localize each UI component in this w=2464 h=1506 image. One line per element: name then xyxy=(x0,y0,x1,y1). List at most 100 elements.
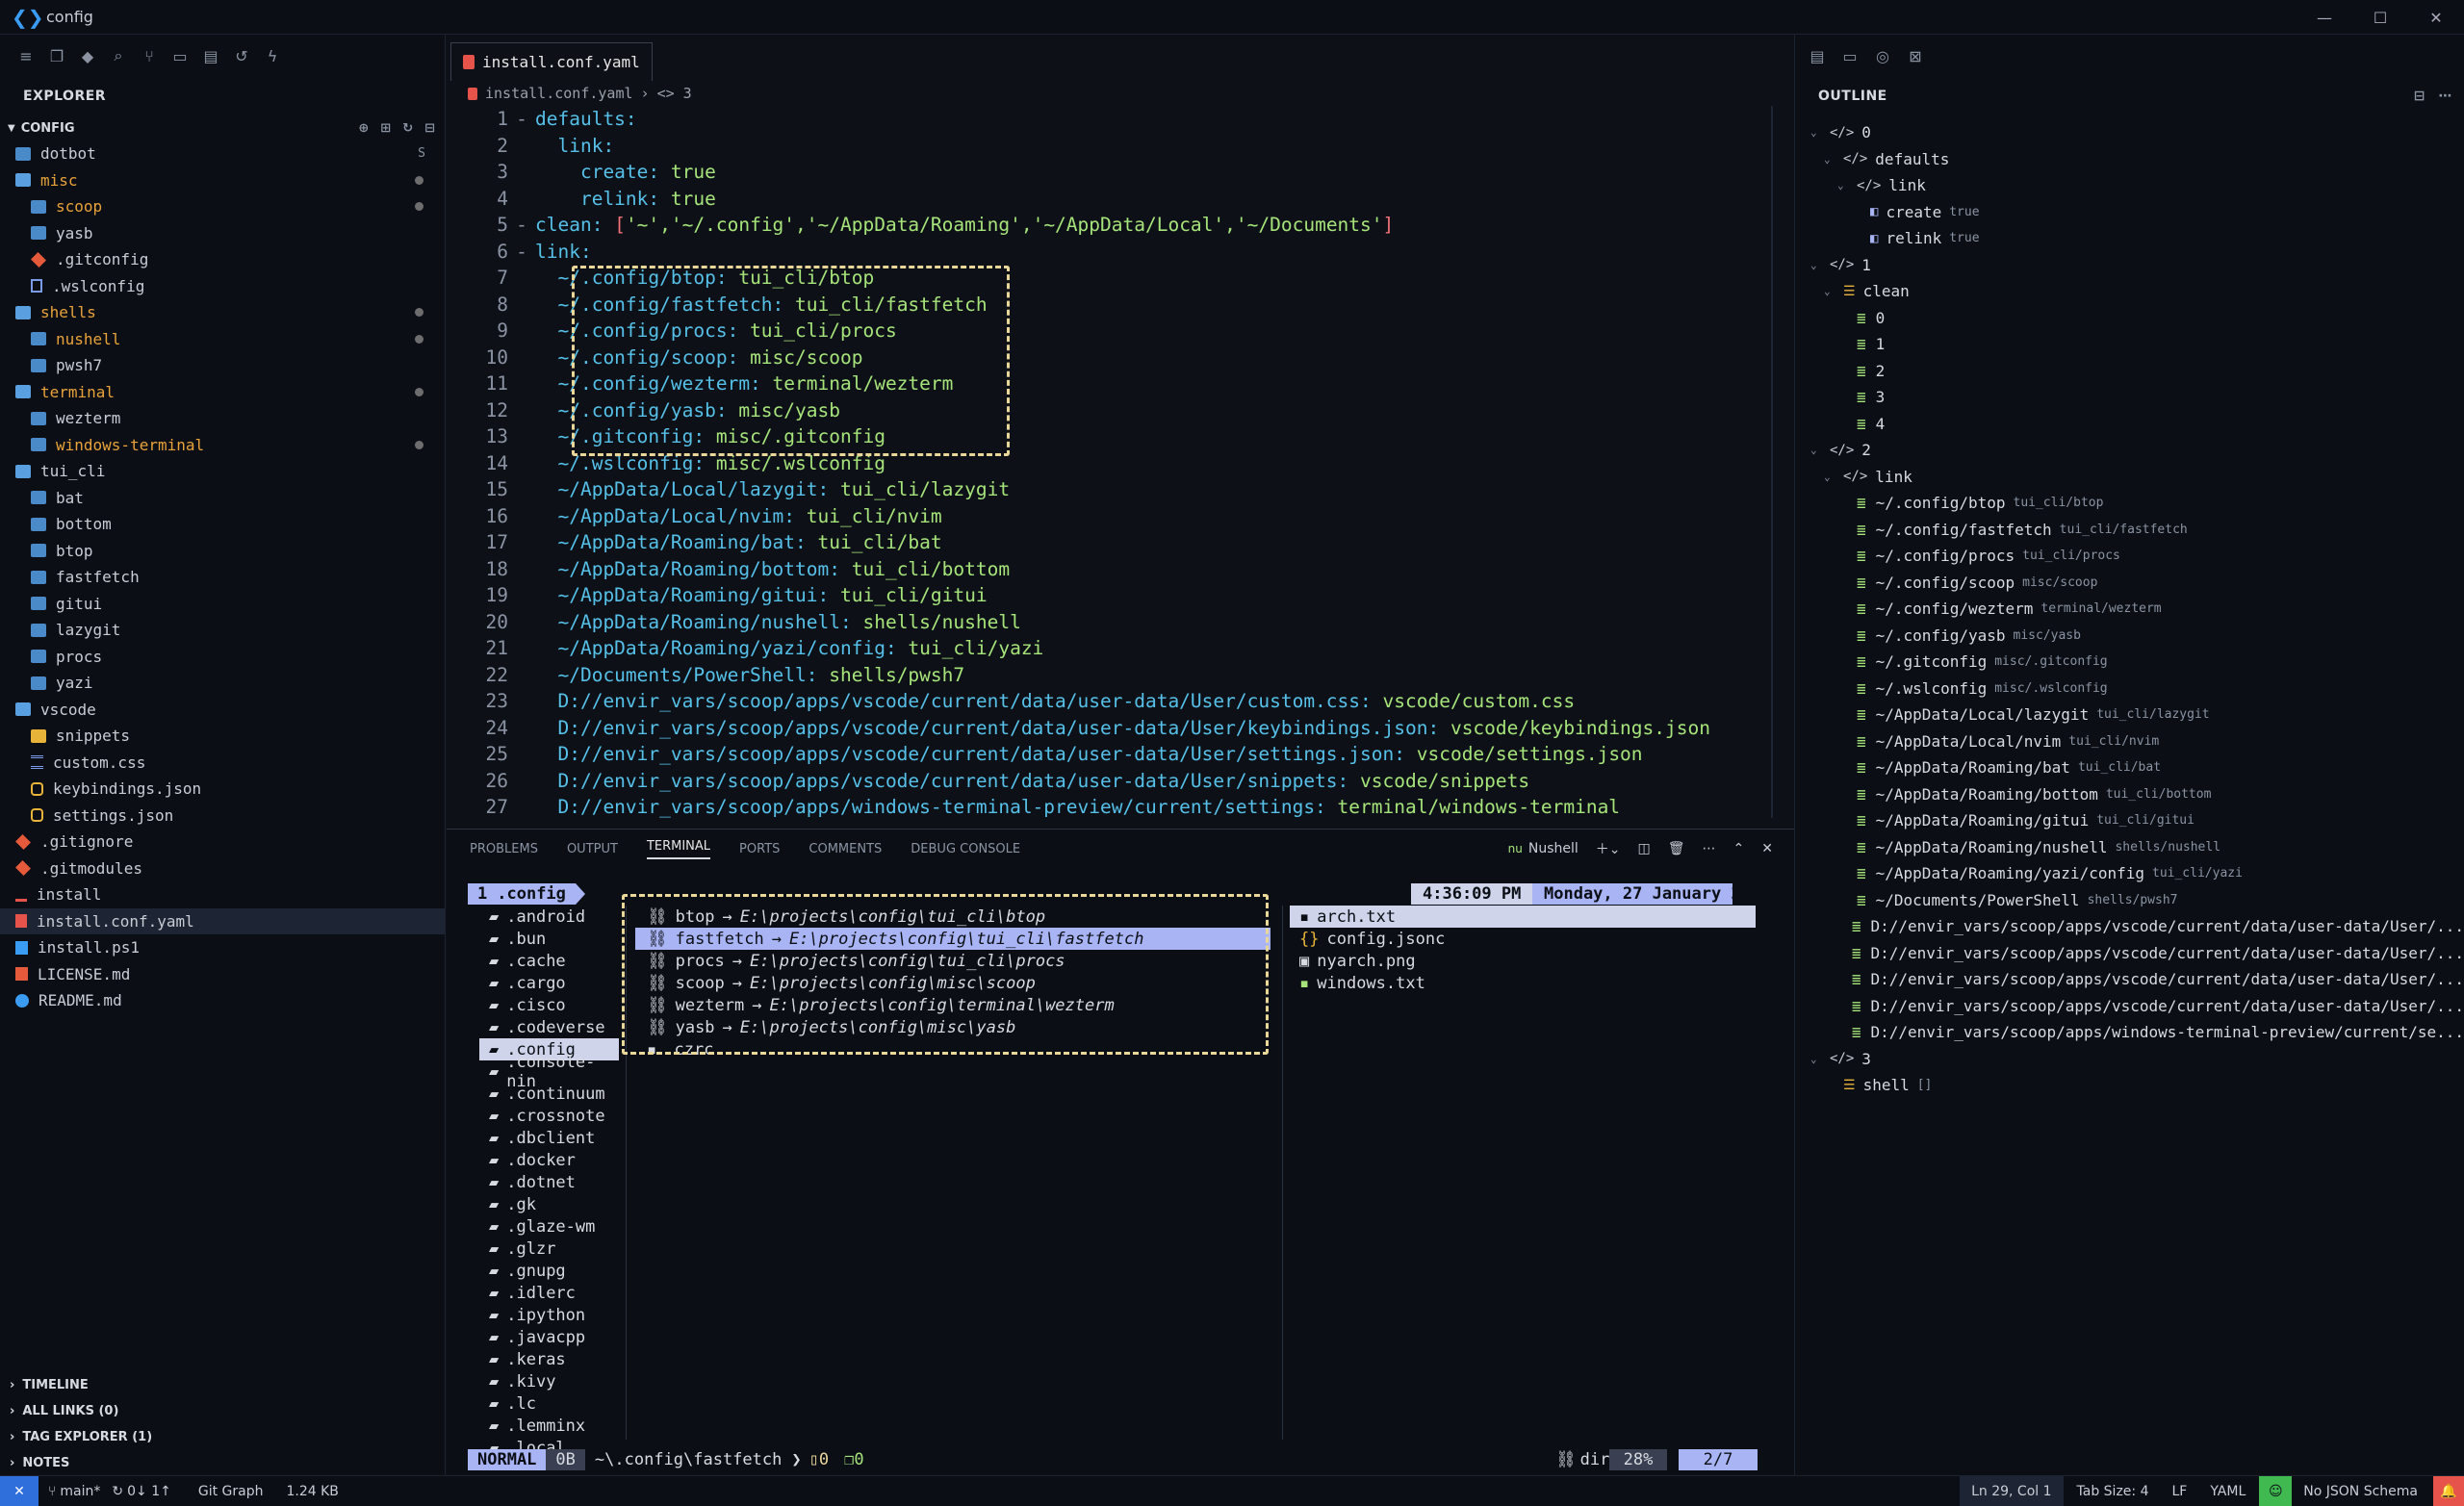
tree-item[interactable]: README.md xyxy=(0,987,445,1014)
git-graph[interactable]: Git Graph xyxy=(198,1484,264,1499)
close-window-button[interactable]: ✕ xyxy=(2408,0,2464,35)
outline-item[interactable]: ≣ D://envir_vars/scoop/apps/vscode/curren… xyxy=(1795,940,2464,967)
explorer-icon[interactable]: ❐ xyxy=(46,45,67,66)
dir-entry[interactable]: ▰ .cargo xyxy=(479,972,619,994)
outline-item[interactable]: ☰ shell [] xyxy=(1795,1072,2464,1099)
tree-item[interactable]: install.ps1 xyxy=(0,934,445,961)
tab-debug-console[interactable]: DEBUG CONSOLE xyxy=(911,842,1020,856)
minimize-button[interactable]: — xyxy=(2297,0,2352,35)
dir-entry[interactable]: ▰ .idlerc xyxy=(479,1282,619,1304)
outline-item[interactable]: ≣ ~/.config/wezterm terminal/wezterm xyxy=(1795,596,2464,623)
dir-entry[interactable]: ▰ .cisco xyxy=(479,994,619,1016)
dir-entry[interactable]: ▰ .crossnote xyxy=(479,1105,619,1127)
cursor-position[interactable]: Ln 29, Col 1 xyxy=(1960,1476,2064,1506)
fold-marker[interactable] xyxy=(508,531,535,553)
dir-entry[interactable]: ▰ .dotnet xyxy=(479,1171,619,1193)
outline-item[interactable]: ≣ ~/AppData/Local/lazygit tui_cli/lazygit xyxy=(1795,702,2464,728)
dir-entry[interactable]: ▰ .gk xyxy=(479,1193,619,1215)
dir-entry[interactable]: ▰ .glaze-wm xyxy=(479,1215,619,1238)
tree-item[interactable]: snippets xyxy=(0,723,445,750)
dir-entry[interactable]: ▰ .codeverse xyxy=(479,1016,619,1038)
timeline-section[interactable]: › TIMELINE xyxy=(0,1372,446,1398)
tree-item[interactable]: yasb xyxy=(0,220,445,247)
dir-entry[interactable]: ▰ .docker xyxy=(479,1149,619,1171)
dir-entry[interactable]: ▰ .ipython xyxy=(479,1304,619,1326)
outline-item[interactable]: ⌄ </> 0 xyxy=(1795,119,2464,146)
menu-icon[interactable]: ≡ xyxy=(15,45,37,66)
outline-item[interactable]: ≣ D://envir_vars/scoop/apps/vscode/curren… xyxy=(1795,913,2464,940)
outline-item[interactable]: ≣ ~/.config/procs tui_cli/procs xyxy=(1795,543,2464,570)
preview-entry[interactable]: ▪ arch.txt xyxy=(1290,906,1756,928)
fold-marker[interactable] xyxy=(508,717,535,739)
preview-entry[interactable]: ▣ nyarch.png xyxy=(1290,950,1756,972)
fold-marker[interactable] xyxy=(508,664,535,686)
close-panel-icon[interactable]: ✕ xyxy=(1761,841,1773,856)
dir-entry[interactable]: ▰ .glzr xyxy=(479,1238,619,1260)
breadcrumb-symbol[interactable]: <> 3 xyxy=(657,85,692,102)
preview-entry[interactable]: ▪ windows.txt xyxy=(1290,972,1756,994)
fold-marker[interactable] xyxy=(508,188,535,210)
outline-item[interactable]: ≣ 2 xyxy=(1795,358,2464,385)
outline-item[interactable]: ⌄ </> link xyxy=(1795,172,2464,199)
fold-marker[interactable]: - xyxy=(508,214,535,236)
tree-item[interactable]: yazi xyxy=(0,670,445,697)
remote-icon[interactable]: ▭ xyxy=(169,45,191,66)
more-actions-icon[interactable]: ⋯ xyxy=(1703,841,1716,856)
outline-item[interactable]: ≣ ~/AppData/Roaming/bottom tui_cli/bottom xyxy=(1795,781,2464,808)
copilot-icon[interactable]: ◎ xyxy=(1872,45,1893,66)
trash-icon[interactable]: 🗑 xyxy=(1668,841,1685,856)
search-icon[interactable]: ⌕ xyxy=(108,45,129,66)
outline-item[interactable]: ≣ 0 xyxy=(1795,305,2464,332)
terminal-shell-name[interactable]: Nushell xyxy=(1528,841,1578,856)
folder-icon[interactable]: ▤ xyxy=(200,45,221,66)
fold-marker[interactable] xyxy=(508,584,535,606)
fold-marker[interactable] xyxy=(508,505,535,527)
outline-item[interactable]: ≣ 4 xyxy=(1795,411,2464,438)
history-icon[interactable]: ↺ xyxy=(231,45,252,66)
tree-item[interactable]: fastfetch xyxy=(0,564,445,591)
outline-item[interactable]: ≣ ~/Documents/PowerShell shells/pwsh7 xyxy=(1795,887,2464,914)
fold-marker[interactable]: - xyxy=(508,241,535,263)
dir-entry[interactable]: ▰ .kivy xyxy=(479,1370,619,1392)
fold-marker[interactable] xyxy=(508,558,535,580)
tree-item[interactable]: terminal xyxy=(0,379,445,406)
outline-item[interactable]: ≣ D://envir_vars/scoop/apps/vscode/curren… xyxy=(1795,966,2464,993)
split-terminal-icon[interactable]: ◫ xyxy=(1638,841,1651,856)
terminal[interactable]: 1 .config 4:36:09 PM Monday, 27 January … xyxy=(447,872,1794,1476)
fold-marker[interactable] xyxy=(508,796,535,818)
outline-item[interactable]: ≣ ~/.config/scoop misc/scoop xyxy=(1795,570,2464,597)
tree-item[interactable]: vscode xyxy=(0,697,445,724)
bolt-icon[interactable]: ϟ xyxy=(262,45,283,66)
tab-output[interactable]: OUTPUT xyxy=(567,842,618,856)
tree-item[interactable]: scoop xyxy=(0,193,445,220)
tab-terminal[interactable]: TERMINAL xyxy=(646,839,711,859)
fold-marker[interactable] xyxy=(508,637,535,659)
outline-item[interactable]: ≣ D://envir_vars/scoop/apps/windows-termi… xyxy=(1795,1019,2464,1046)
outline-item[interactable]: ≣ D://envir_vars/scoop/apps/vscode/curren… xyxy=(1795,993,2464,1020)
eol[interactable]: LF xyxy=(2171,1484,2187,1499)
outline-item[interactable]: ≣ 1 xyxy=(1795,331,2464,358)
dir-entry[interactable]: ▰ .lc xyxy=(479,1392,619,1415)
new-file-icon[interactable]: ⊕ xyxy=(358,121,369,136)
fold-marker[interactable] xyxy=(508,399,535,421)
tree-item[interactable]: custom.css xyxy=(0,750,445,777)
notes-section[interactable]: › NOTES xyxy=(0,1450,446,1476)
tree-item[interactable]: shells xyxy=(0,299,445,326)
copilot-status-icon[interactable]: ☺ xyxy=(2259,1476,2293,1506)
dir-entry[interactable]: ▰ .bun xyxy=(479,928,619,950)
notes-icon[interactable]: ▤ xyxy=(1807,45,1828,66)
tree-item[interactable]: btop xyxy=(0,538,445,565)
dir-entry[interactable]: ▰ .gnupg xyxy=(479,1260,619,1282)
sync-status[interactable]: 0↓ 1↑ xyxy=(127,1484,171,1499)
outline-item[interactable]: ≣ ~/.config/btop tui_cli/btop xyxy=(1795,490,2464,517)
tab-problems[interactable]: PROBLEMS xyxy=(470,842,538,856)
outline-item[interactable]: ⌄ ☰ clean xyxy=(1795,278,2464,305)
chat-icon[interactable]: ▭ xyxy=(1839,45,1861,66)
dir-entry[interactable]: ▰ .continuum xyxy=(479,1083,619,1105)
dir-entry[interactable]: ▰ .console-nin xyxy=(479,1053,619,1091)
fold-marker[interactable] xyxy=(508,425,535,447)
json-schema[interactable]: No JSON Schema xyxy=(2303,1484,2418,1499)
fold-marker[interactable] xyxy=(508,294,535,316)
outline-item[interactable]: ≣ ~/AppData/Roaming/gitui tui_cli/gitui xyxy=(1795,807,2464,834)
outline-item[interactable]: ◧ relink true xyxy=(1795,225,2464,252)
